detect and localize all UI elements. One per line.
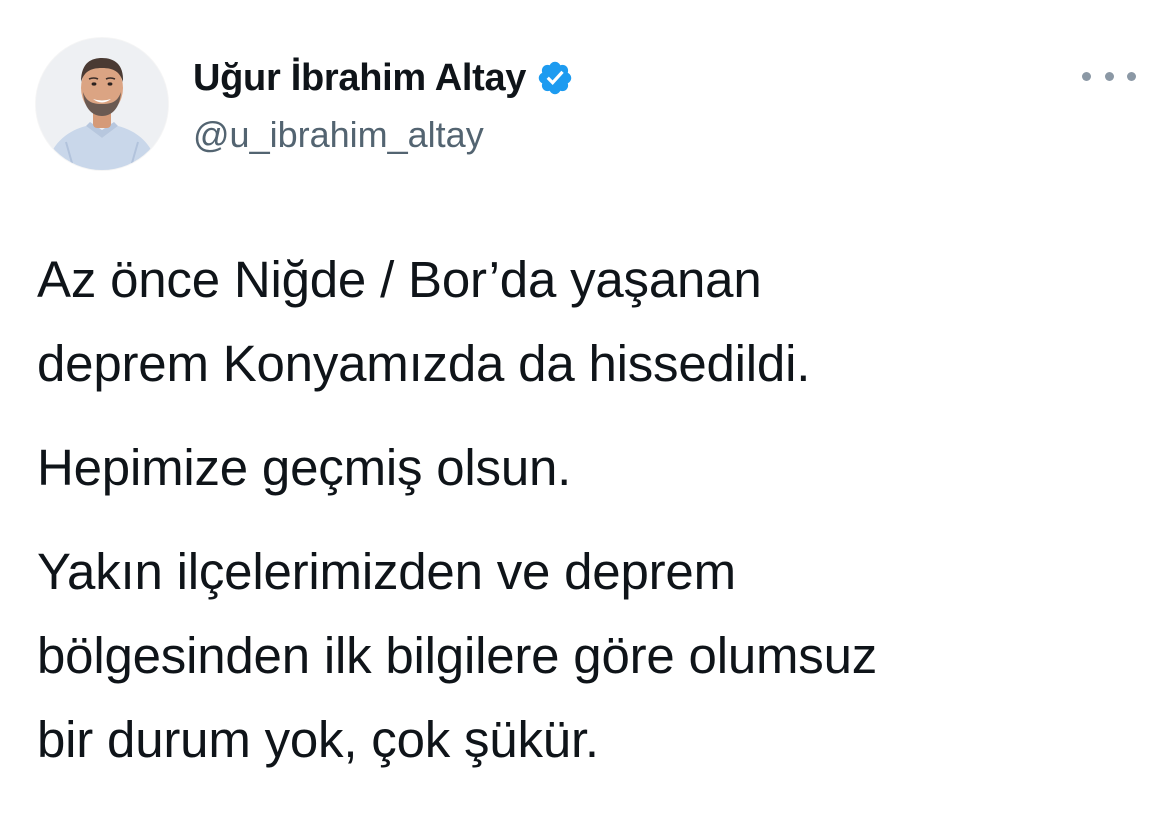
tweet-text: Az önce Niğde / Bor’da yaşanan deprem Ko… (37, 238, 1137, 782)
tweet-line: Az önce Niğde / Bor’da yaşanan (37, 251, 762, 308)
tweet-line: deprem Konyamızda da hissedildi. (37, 335, 811, 392)
more-dot (1127, 71, 1136, 81)
tweet-line: bir durum yok, çok şükür. (37, 711, 599, 768)
tweet-author: Uğur İbrahim Altay @u_ibrahim_altay (193, 54, 574, 156)
verified-badge-icon (536, 59, 574, 97)
tweet-paragraph: Hepimize geçmiş olsun. (37, 426, 1137, 510)
tweet-line: Yakın ilçelerimizden ve deprem (37, 543, 736, 600)
author-handle[interactable]: @u_ibrahim_altay (193, 114, 574, 156)
tweet-paragraph: Az önce Niğde / Bor’da yaşanan deprem Ko… (37, 238, 1137, 406)
more-options-icon[interactable] (1082, 62, 1136, 90)
profile-photo (36, 38, 168, 170)
tweet-paragraph: Yakın ilçelerimizden ve deprem bölgesind… (37, 530, 1137, 782)
tweet-line: Hepimize geçmiş olsun. (37, 439, 572, 496)
author-name-row: Uğur İbrahim Altay (193, 54, 574, 102)
more-dot (1104, 71, 1114, 81)
author-display-name[interactable]: Uğur İbrahim Altay (193, 57, 526, 100)
more-dot (1082, 71, 1091, 81)
avatar[interactable] (36, 38, 168, 170)
tweet-card: Uğur İbrahim Altay @u_ibrahim_altay Az ö… (0, 0, 1170, 838)
tweet-line: bölgesinden ilk bilgilere göre olumsuz (37, 627, 878, 684)
